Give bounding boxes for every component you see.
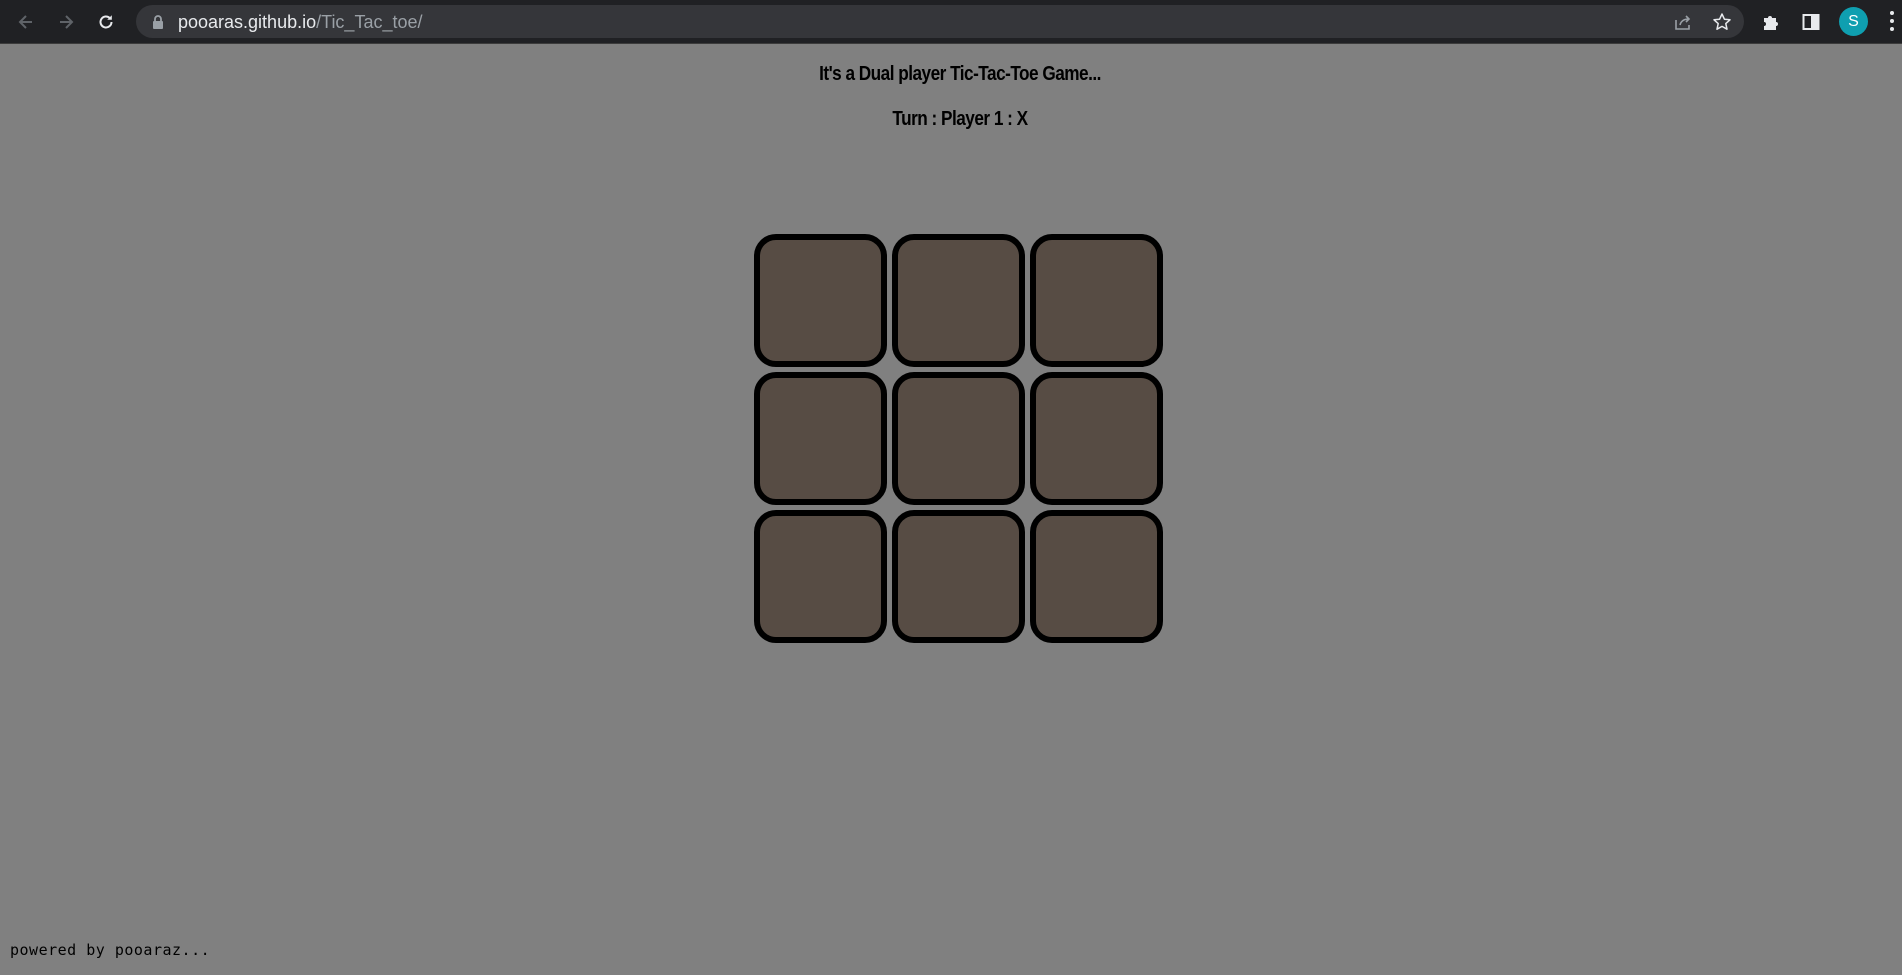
forward-arrow-icon bbox=[60, 15, 74, 29]
board-cell-9[interactable] bbox=[1030, 510, 1163, 643]
url-text: pooaras.github.io/Tic_Tac_toe/ bbox=[178, 11, 423, 33]
bookmark-star-icon[interactable] bbox=[1711, 11, 1733, 33]
extensions-puzzle-icon[interactable] bbox=[1759, 10, 1783, 34]
forward-button[interactable] bbox=[52, 8, 80, 36]
reload-icon bbox=[99, 15, 113, 29]
profile-avatar[interactable]: S bbox=[1839, 7, 1868, 36]
back-arrow-icon bbox=[18, 15, 32, 29]
back-button[interactable] bbox=[12, 8, 40, 36]
board-cell-7[interactable] bbox=[754, 510, 887, 643]
browser-toolbar: pooaras.github.io/Tic_Tac_toe/ S bbox=[0, 0, 1902, 44]
reload-button[interactable] bbox=[92, 8, 120, 36]
turn-status: Turn : Player 1 : X bbox=[892, 108, 1028, 130]
board-cell-6[interactable] bbox=[1030, 372, 1163, 505]
address-bar[interactable]: pooaras.github.io/Tic_Tac_toe/ bbox=[136, 5, 1744, 38]
board-cell-8[interactable] bbox=[892, 510, 1025, 643]
more-menu-icon[interactable] bbox=[1890, 11, 1896, 33]
board-cell-3[interactable] bbox=[1030, 234, 1163, 367]
footer-credit: powered by pooaraz... bbox=[10, 941, 211, 959]
board-cell-5[interactable] bbox=[892, 372, 1025, 505]
share-icon[interactable] bbox=[1672, 11, 1694, 33]
board-cell-4[interactable] bbox=[754, 372, 887, 505]
url-path: /Tic_Tac_toe/ bbox=[316, 12, 423, 32]
url-host: pooaras.github.io bbox=[178, 12, 317, 32]
game-board bbox=[754, 234, 1168, 644]
page-title: It's a Dual player Tic-Tac-Toe Game... bbox=[819, 63, 1101, 85]
board-cell-2[interactable] bbox=[892, 234, 1025, 367]
board-cell-1[interactable] bbox=[754, 234, 887, 367]
lock-icon bbox=[152, 15, 164, 34]
side-panel-icon[interactable] bbox=[1799, 10, 1823, 34]
